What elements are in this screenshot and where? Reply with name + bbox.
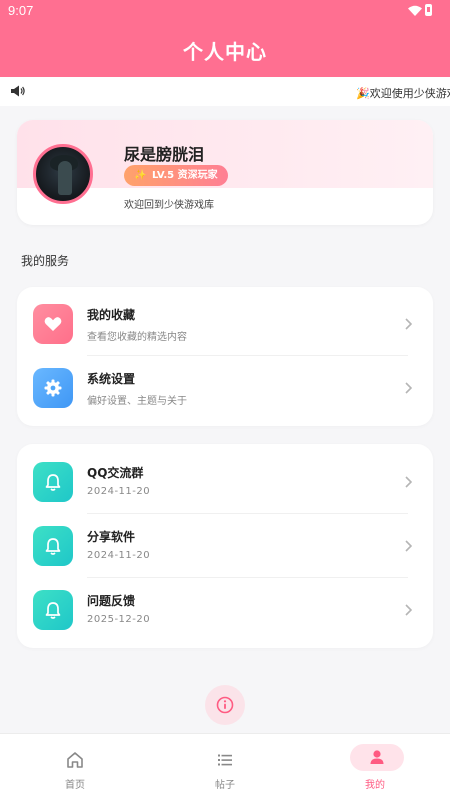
nav-home[interactable]: 首页 [0,734,150,800]
level-badge: ✨ LV.5 资深玩家 [124,165,228,186]
nav-home-label: 首页 [65,780,85,791]
profile-card[interactable]: 尿是膀胱泪 ✨ LV.5 资深玩家 欢迎回到少侠游戏库 [17,120,433,225]
status-time: 9:07 [8,3,34,18]
divider [87,513,408,514]
links-card: QQ交流群 2024-11-20 分享软件 2024-11-20 问题反馈 20… [17,444,433,648]
page-title: 个人中心 [183,40,267,64]
gear-icon [44,379,62,397]
chevron-right-icon [405,382,412,394]
feedback-icon-box [33,590,73,630]
chevron-right-icon [405,476,412,488]
share-app-row[interactable]: 分享软件 2024-11-20 [17,515,433,579]
avatar[interactable] [33,144,93,204]
share-app-date: 2024-11-20 [87,550,151,561]
username: 尿是膀胱泪 [124,145,205,164]
chevron-right-icon [405,540,412,552]
favorites-label: 我的收藏 [87,308,136,322]
nav-mine[interactable]: 我的 [300,734,450,800]
feedback-date: 2025-12-20 [87,614,151,625]
info-icon [216,696,234,714]
bell-icon [45,602,61,619]
chevron-right-icon [405,318,412,330]
nav-posts-label: 帖子 [215,780,235,791]
heart-icon [44,317,62,331]
settings-description: 偏好设置、主题与关于 [87,396,187,407]
divider [87,577,408,578]
feedback-label: 问题反馈 [87,594,136,608]
home-icon [67,752,83,768]
bell-icon [45,474,61,491]
rank-title: 资深玩家 [177,170,218,181]
nav-mine-label: 我的 [365,780,385,791]
welcome-text: 欢迎回到少侠游戏库 [124,200,214,211]
user-icon [370,750,384,764]
feedback-row[interactable]: 问题反馈 2025-12-20 [17,579,433,643]
status-bar: 9:07 [0,0,450,22]
chevron-right-icon [405,604,412,616]
qq-group-row[interactable]: QQ交流群 2024-11-20 [17,451,433,515]
settings-label: 系统设置 [87,372,136,386]
info-button[interactable] [205,685,245,725]
nav-posts[interactable]: 帖子 [150,734,300,800]
share-app-icon-box [33,526,73,566]
divider [87,355,408,356]
notice-text: 🎉欢迎使用少侠游戏 [356,87,450,100]
qq-group-icon-box [33,462,73,502]
settings-row[interactable]: 系统设置 偏好设置、主题与关于 [17,357,433,421]
services-card: 我的收藏 查看您收藏的精选内容 系统设置 偏好设置、主题与关于 [17,287,433,426]
bottom-nav: 首页 帖子 我的 [0,733,450,800]
app-bar: 个人中心 [0,22,450,77]
megaphone-icon [11,85,25,97]
favorites-icon-box [33,304,73,344]
favorites-description: 查看您收藏的精选内容 [87,332,187,343]
services-section-title: 我的服务 [21,254,70,268]
favorites-row[interactable]: 我的收藏 查看您收藏的精选内容 [17,293,433,357]
battery-icon [425,4,432,16]
qq-group-label: QQ交流群 [87,466,144,480]
qq-group-date: 2024-11-20 [87,486,151,497]
bell-icon [45,538,61,555]
level-value: LV.5 [151,170,175,181]
share-app-label: 分享软件 [87,530,136,544]
sparkle-icon: ✨ [134,170,147,181]
list-icon [218,754,232,766]
wifi-icon [408,5,422,16]
settings-icon-box [33,368,73,408]
notice-bar[interactable]: 🎉欢迎使用少侠游戏 [0,77,450,106]
